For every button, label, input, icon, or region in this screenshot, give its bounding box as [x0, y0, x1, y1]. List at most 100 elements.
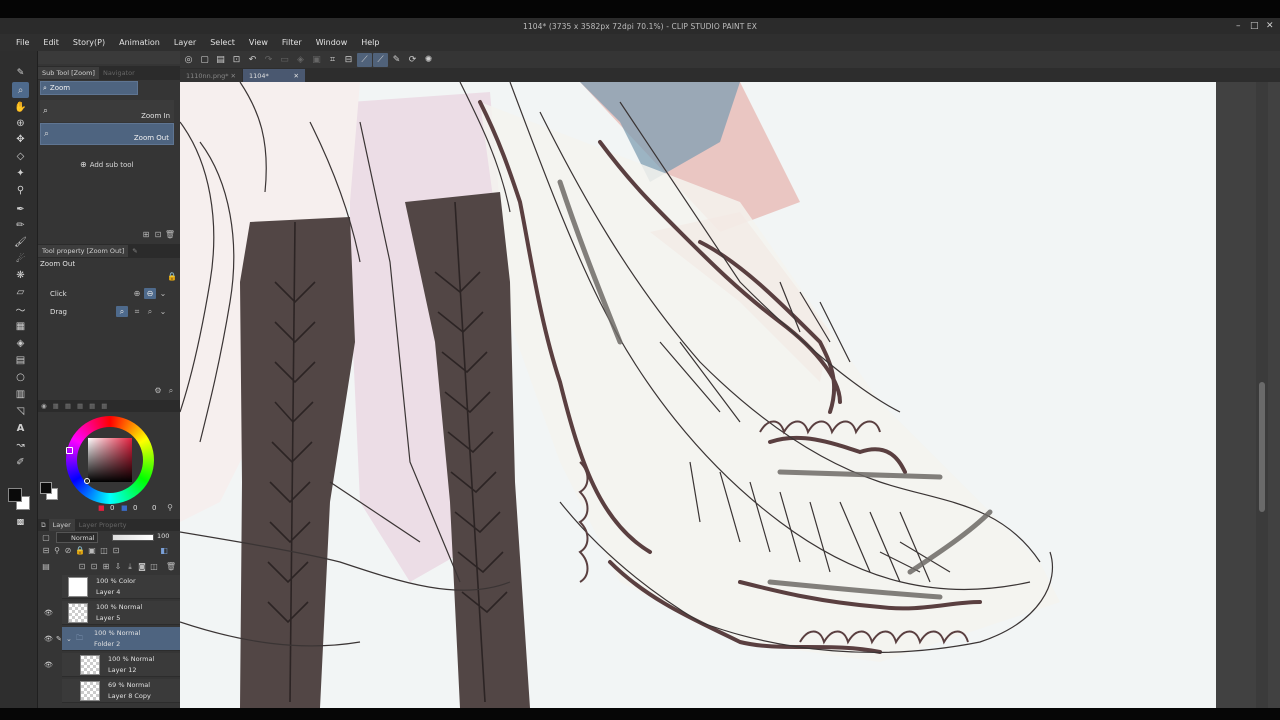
draft-layer-icon[interactable]: ⊘ — [62, 545, 74, 556]
pencil-tool-icon[interactable]: ✏ — [12, 217, 29, 233]
snap-to-special-ruler-icon[interactable]: ⟋ — [373, 52, 388, 67]
eyedropper-icon[interactable]: ⚲ — [164, 502, 176, 513]
transparent-color-icon[interactable]: ▩ — [12, 513, 29, 529]
color-history-tab-icon[interactable]: ▦ — [74, 402, 86, 410]
color-wheel-tab-icon[interactable]: ◉ — [38, 402, 50, 410]
gradient-tool-icon[interactable]: ▤ — [12, 352, 29, 368]
drag-scroll-icon[interactable]: ⌕ — [144, 306, 156, 317]
mask-icon[interactable]: ◫ — [98, 545, 110, 556]
pencil-icon[interactable]: ✎ — [128, 247, 137, 255]
lock-icon[interactable]: 🔒 — [166, 271, 178, 282]
operation-tool-icon[interactable]: ⊕ — [12, 115, 29, 131]
drag-area-icon[interactable]: ⌗ — [131, 306, 143, 317]
menu-select[interactable]: Select — [203, 34, 242, 51]
decoration-tool-icon[interactable]: ❋ — [12, 267, 29, 283]
crop-icon[interactable]: ⌗ — [325, 53, 340, 67]
brush-tool-icon[interactable]: 🖌 — [12, 234, 29, 250]
new-file-icon[interactable]: ▢ — [197, 53, 212, 67]
trash-icon[interactable]: 🗑 — [164, 229, 176, 240]
menu-view[interactable]: View — [242, 34, 275, 51]
zoom-in-icon[interactable]: ⊕ — [131, 288, 143, 299]
navigator-tab[interactable]: Navigator — [99, 69, 135, 77]
hue-marker[interactable] — [66, 447, 73, 454]
approximate-color-tab-icon[interactable]: ▦ — [98, 402, 110, 410]
chevron-down-icon[interactable]: ⌄ — [66, 635, 72, 643]
close-button[interactable]: ✕ — [1266, 21, 1274, 31]
drawing-canvas[interactable] — [180, 82, 1216, 708]
sub-tool-group[interactable]: ⌕ Zoom — [40, 81, 138, 95]
menu-story[interactable]: Story(P) — [66, 34, 112, 51]
add-sub-tool-button[interactable]: ⊕ Add sub tool — [80, 160, 134, 169]
clip-studio-icon[interactable]: ◎ — [181, 53, 196, 67]
snap-to-ruler-icon[interactable]: ⟋ — [357, 52, 372, 67]
auto-select-icon[interactable]: ✦ — [12, 165, 29, 181]
color-set-tab-icon[interactable]: ▦ — [62, 402, 74, 410]
canvas-vertical-scrollbar[interactable] — [1256, 82, 1268, 708]
eye-icon[interactable]: 👁 — [44, 609, 53, 617]
search-icon[interactable]: ⌕ — [165, 385, 177, 396]
main-color-swatch[interactable] — [8, 488, 22, 502]
pen-pressure-icon[interactable]: ✎ — [12, 65, 29, 81]
balloon-tool-icon[interactable]: ↝ — [12, 437, 29, 453]
main-color-chip[interactable] — [40, 482, 52, 494]
deselect-icon[interactable]: ⊟ — [341, 53, 356, 67]
menu-file[interactable]: File — [9, 34, 36, 51]
new-vector-layer-icon[interactable]: ⊡ — [88, 561, 100, 572]
mask-layer-icon[interactable]: ◙ — [136, 561, 148, 572]
opacity-slider[interactable] — [112, 534, 154, 541]
eyedropper-icon[interactable]: ⚲ — [12, 182, 29, 198]
pencil-icon[interactable]: ✎ — [56, 635, 62, 643]
transform-icon[interactable]: ▣ — [309, 53, 324, 67]
layer-color-icon[interactable]: ▢ — [40, 532, 52, 543]
duplicate-icon[interactable]: ⊡ — [152, 229, 164, 240]
tab-1110nn[interactable]: 1110nn.png* ✕ — [180, 69, 242, 82]
layer-row[interactable]: 69 % Normal Layer 8 Copy — [62, 679, 180, 703]
layer-row[interactable]: 100 % Color Layer 4 — [62, 575, 180, 599]
correct-line-icon[interactable]: ✐ — [12, 454, 29, 470]
chevron-down-icon[interactable]: ⌄ — [157, 306, 169, 317]
close-icon[interactable]: ✕ — [231, 72, 236, 80]
menu-filter[interactable]: Filter — [275, 34, 309, 51]
sub-tool-zoom-out[interactable]: ⌕ Zoom Out — [40, 123, 174, 145]
direct-draw-icon[interactable]: ○ — [12, 369, 29, 385]
menu-animation[interactable]: Animation — [112, 34, 167, 51]
sub-tool-tab[interactable]: Sub Tool [Zoom] — [38, 67, 99, 79]
sv-marker[interactable] — [84, 478, 90, 484]
blend-tool-icon[interactable]: 〜 — [12, 301, 29, 317]
move-layer-icon[interactable]: ✥ — [12, 131, 29, 147]
pen-tool-icon[interactable]: ✒ — [12, 201, 29, 217]
eye-icon[interactable]: 👁 — [44, 661, 53, 669]
figure-tool-icon[interactable]: ▦ — [12, 318, 29, 334]
lock-transparency-icon[interactable]: ▣ — [86, 545, 98, 556]
zoom-out-icon[interactable]: ⊖ — [144, 288, 156, 299]
intermediate-color-tab-icon[interactable]: ▦ — [86, 402, 98, 410]
new-raster-layer-icon[interactable]: ⊡ — [76, 561, 88, 572]
ruler-display-icon[interactable]: ⊡ — [110, 545, 122, 556]
snap-to-grid-icon[interactable]: ✎ — [389, 53, 404, 67]
layer-list-icon[interactable]: ▤ — [40, 561, 52, 572]
menu-help[interactable]: Help — [354, 34, 386, 51]
transfer-layer-icon[interactable]: ⇩ — [112, 561, 124, 572]
trash-icon[interactable]: 🗑 — [165, 561, 177, 572]
layer-color-swatch-icon[interactable]: ◧ — [158, 545, 170, 556]
blend-mode-select[interactable]: Normal — [56, 532, 98, 543]
merge-layer-icon[interactable]: ⤓ — [124, 561, 136, 572]
frame-border-icon[interactable]: ▥ — [12, 386, 29, 402]
close-icon[interactable]: ✕ — [294, 72, 299, 80]
copy-sub-tool-icon[interactable]: ⊞ — [140, 229, 152, 240]
maximize-button[interactable]: □ — [1250, 21, 1259, 31]
menu-edit[interactable]: Edit — [36, 34, 66, 51]
layer-row-folder[interactable]: 👁 ✎ ⌄ 🗀 100 % Normal Folder 2 — [44, 627, 180, 651]
ruler-tool-icon[interactable]: ◹ — [12, 403, 29, 419]
undo-icon[interactable]: ↶ — [245, 53, 260, 67]
new-folder-icon[interactable]: ⊞ — [100, 561, 112, 572]
scrollbar-thumb[interactable] — [1259, 382, 1265, 512]
chevron-down-icon[interactable]: ⌄ — [157, 288, 169, 299]
menu-window[interactable]: Window — [309, 34, 355, 51]
text-tool-icon[interactable]: A — [12, 420, 29, 436]
drag-zoom-icon[interactable]: ⌕ — [116, 306, 128, 317]
fill-icon[interactable]: ◈ — [293, 53, 308, 67]
zoom-tool-icon[interactable]: ⌕ — [12, 82, 29, 98]
clear-icon[interactable]: ▭ — [277, 53, 292, 67]
layer-row[interactable]: 👁 100 % Normal Layer 12 — [44, 653, 180, 677]
